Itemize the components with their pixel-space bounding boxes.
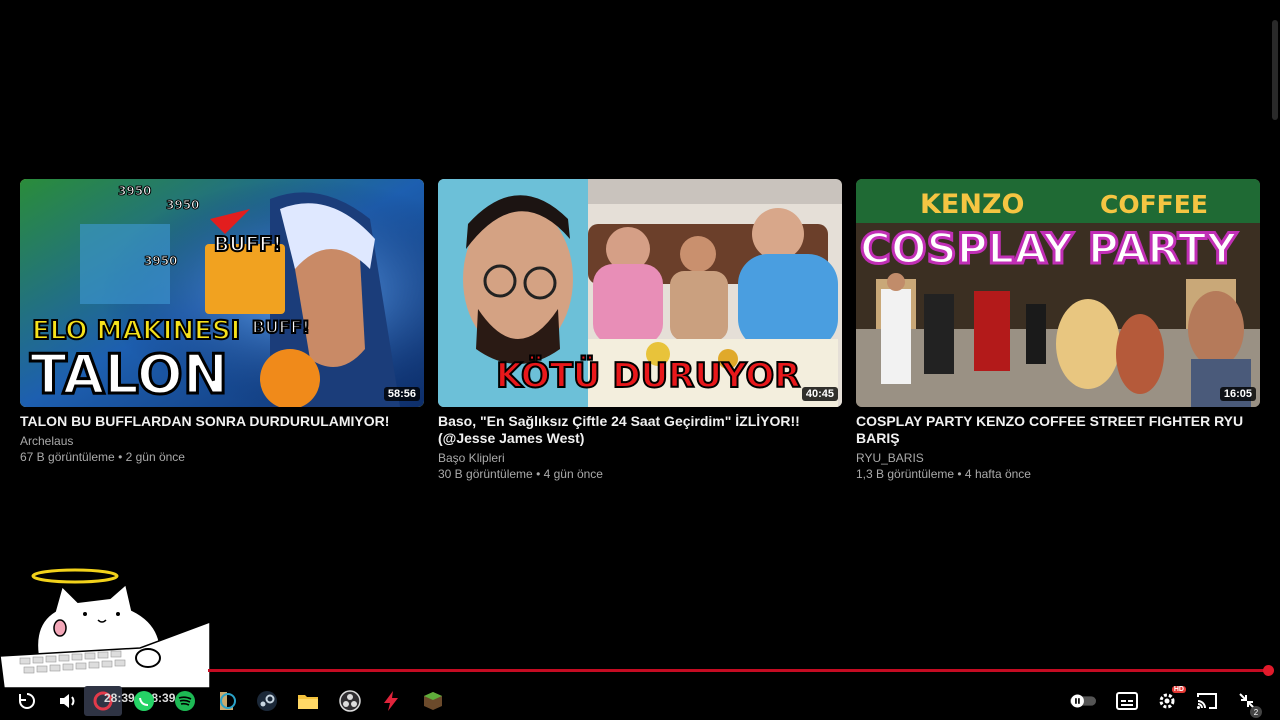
taskbar-whatsapp[interactable] — [127, 686, 161, 716]
replay-icon — [19, 693, 35, 709]
video-progress-bar[interactable] — [208, 669, 1270, 672]
subtitles-button[interactable] — [1114, 688, 1140, 714]
volume-icon — [60, 694, 75, 708]
gear-icon — [1159, 693, 1175, 709]
notification-count: 2 — [1250, 706, 1262, 718]
video-duration: 16:05 — [1219, 387, 1256, 401]
league-icon — [220, 692, 236, 710]
taskbar-league[interactable] — [209, 686, 243, 716]
folder-icon — [298, 695, 318, 709]
video-stats: 30 B görüntüleme • 4 gün önce — [438, 467, 603, 481]
video-card-baso[interactable]: KÖTÜ DURUYOR 40:45 Baso, "En Sağlıksız Ç… — [438, 179, 842, 482]
video-card-talon[interactable]: ELO MAKINESI TALON BUFF! BUFF! 3950 3950… — [20, 179, 424, 482]
video-thumbnail[interactable]: KÖTÜ DURUYOR 40:45 — [438, 179, 842, 407]
volume-button[interactable] — [56, 688, 82, 714]
replay-button[interactable] — [14, 688, 40, 714]
video-thumbnail[interactable]: ELO MAKINESI TALON BUFF! BUFF! 3950 3950… — [20, 179, 424, 407]
video-title[interactable]: TALON BU BUFFLARDAN SONRA DURDURULAMIYOR… — [20, 413, 424, 430]
cosplay-thumbnail-art: KENZO COFFEE COSPLAY PARTY — [856, 179, 1260, 407]
subtitles-icon — [1116, 692, 1138, 710]
thumb-text-hp-3: 3950 — [144, 254, 177, 268]
baso-thumbnail-art: KÖTÜ DURUYOR — [438, 179, 842, 407]
thumb-text-hp-2: 3950 — [166, 198, 199, 212]
page-scrollbar[interactable] — [1268, 0, 1280, 660]
thumb-text-buff-1: BUFF! — [214, 232, 282, 256]
scrollbar-thumb[interactable] — [1272, 20, 1278, 120]
video-title[interactable]: COSPLAY PARTY KENZO COFFEE STREET FIGHTE… — [856, 413, 1260, 447]
thumb-text-talon: TALON — [30, 343, 228, 406]
autoplay-pause-icon — [1070, 694, 1096, 708]
thumb-text-kotu: KÖTÜ DURUYOR — [496, 355, 800, 396]
end-screen-video-grid: ELO MAKINESI TALON BUFF! BUFF! 3950 3950… — [20, 179, 1260, 482]
taskbar-spotify[interactable] — [168, 686, 202, 716]
whatsapp-icon — [134, 691, 154, 711]
cast-icon — [1197, 693, 1217, 709]
taskbar-steam[interactable] — [250, 686, 284, 716]
channel-name[interactable]: RYU_BARIS — [856, 450, 1260, 466]
cast-button[interactable] — [1194, 688, 1220, 714]
thumb-text-kenzo: KENZO — [920, 189, 1025, 220]
video-stats: 67 B görüntüleme • 2 gün önce — [20, 450, 185, 464]
progress-scrubber-handle[interactable] — [1263, 665, 1274, 676]
video-duration: 58:56 — [383, 387, 420, 401]
miniplayer-button[interactable]: 2 — [1234, 688, 1262, 718]
steam-icon — [257, 691, 277, 711]
taskbar-obs[interactable] — [333, 686, 367, 716]
settings-button[interactable]: HD — [1154, 686, 1186, 714]
talon-thumbnail-art: ELO MAKINESI TALON BUFF! BUFF! 3950 3950… — [20, 179, 424, 407]
autoplay-toggle[interactable] — [1070, 688, 1096, 714]
video-card-cosplay[interactable]: KENZO COFFEE COSPLAY PARTY 16:05 COSPLAY… — [856, 179, 1260, 482]
spotify-icon — [175, 691, 195, 711]
channel-name[interactable]: Başo Klipleri — [438, 450, 842, 466]
taskbar-flash-app[interactable] — [374, 686, 408, 716]
thumb-text-hp-1: 3950 — [118, 184, 151, 198]
bongo-cat-overlay — [0, 568, 210, 688]
thumb-text-buff-2: BUFF! — [252, 318, 310, 338]
thumb-text-elo: ELO MAKINESI — [32, 316, 240, 346]
video-duration: 40:45 — [801, 387, 838, 401]
thumb-text-coffee: COFFEE — [1100, 190, 1208, 219]
video-stats: 1,3 B görüntüleme • 4 hafta önce — [856, 467, 1031, 481]
minecraft-icon — [424, 692, 442, 710]
video-title[interactable]: Baso, "En Sağlıksız Çiftle 24 Saat Geçir… — [438, 413, 842, 447]
taskbar-minecraft[interactable] — [416, 686, 450, 716]
hd-badge: HD — [1171, 686, 1186, 693]
player-controls: 28:39 / 28:39 — [0, 682, 1280, 720]
taskbar-file-explorer[interactable] — [291, 686, 325, 716]
video-thumbnail[interactable]: KENZO COFFEE COSPLAY PARTY 16:05 — [856, 179, 1260, 407]
obs-icon — [339, 690, 361, 712]
channel-name[interactable]: Archelaus — [20, 433, 424, 449]
thumb-text-cosplay-party: COSPLAY PARTY — [860, 224, 1237, 273]
flash-icon — [384, 691, 398, 711]
